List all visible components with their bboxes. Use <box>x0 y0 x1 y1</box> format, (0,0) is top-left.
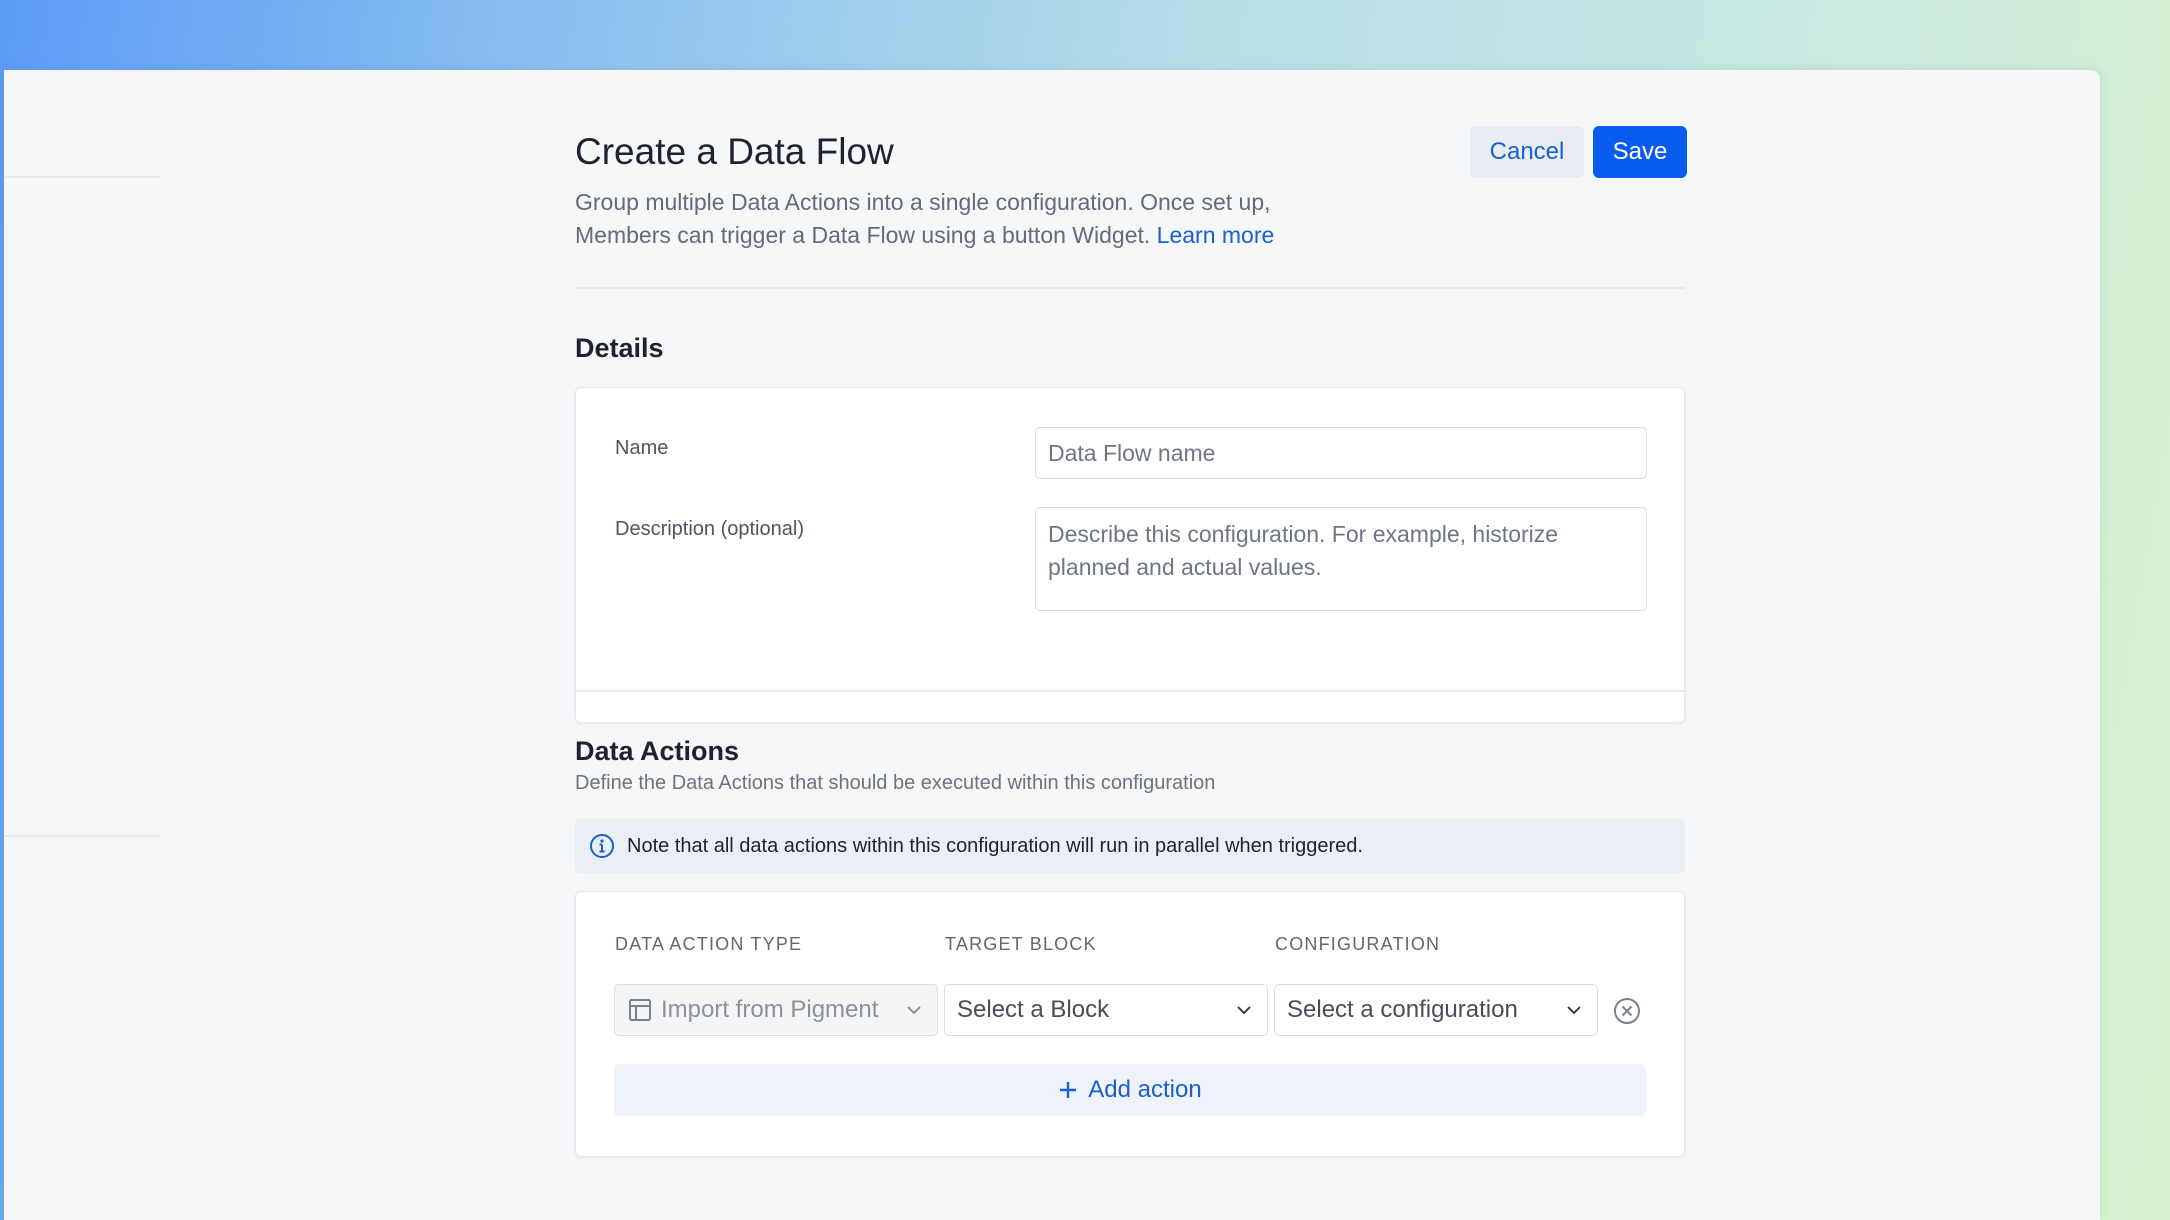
column-header-configuration: CONFIGURATION <box>1275 934 1441 954</box>
target-block-select[interactable]: Select a Block <box>944 984 1268 1036</box>
page-title: Create a Data Flow <box>575 131 894 172</box>
description-textarea[interactable] <box>1035 507 1647 611</box>
column-header-target-block: TARGET BLOCK <box>945 934 1097 954</box>
learn-more-link[interactable]: Learn more <box>1157 222 1275 248</box>
save-button[interactable]: Save <box>1593 126 1687 178</box>
info-circle-icon <box>590 834 614 858</box>
name-label: Name <box>615 437 669 459</box>
description-label: Description (optional) <box>615 518 804 540</box>
page-header: Create a Data Flow Group multiple Data A… <box>575 126 1687 266</box>
close-circle-icon[interactable] <box>1613 997 1641 1025</box>
column-header-type: DATA ACTION TYPE <box>615 934 803 954</box>
parallel-note: Note that all data actions within this c… <box>575 819 1685 873</box>
data-action-type-value: Import from Pigment <box>661 996 879 1023</box>
details-section-title: Details <box>575 333 664 363</box>
add-action-content: Add action <box>1058 1064 1202 1116</box>
add-action-button[interactable]: Add action <box>614 1064 1646 1116</box>
sidebar-divider <box>4 176 160 178</box>
data-actions-section-title: Data Actions <box>575 736 740 766</box>
plus-icon <box>1060 1082 1077 1098</box>
details-divider <box>575 690 1685 692</box>
data-actions-subtitle: Define the Data Actions that should be e… <box>575 772 1216 794</box>
data-action-type-select: Import from Pigment <box>614 984 938 1036</box>
cancel-button[interactable]: Cancel <box>1470 126 1584 178</box>
details-card: Name Description (optional) <box>575 387 1685 723</box>
header-divider <box>575 287 1685 289</box>
block-layout-icon <box>629 999 651 1021</box>
parallel-note-text: Note that all data actions within this c… <box>627 835 1363 857</box>
sidebar-divider <box>4 835 160 837</box>
add-action-label: Add action <box>1088 1076 1202 1103</box>
target-block-value: Select a Block <box>957 996 1110 1023</box>
configuration-value: Select a configuration <box>1287 996 1518 1023</box>
page-description: Group multiple Data Actions into a singl… <box>575 186 1355 252</box>
chevron-down-icon <box>1237 1006 1251 1015</box>
chevron-down-icon <box>1567 1006 1581 1015</box>
data-actions-card: DATA ACTION TYPE TARGET BLOCK CONFIGURAT… <box>575 891 1685 1157</box>
configuration-select[interactable]: Select a configuration <box>1274 984 1598 1036</box>
name-input[interactable] <box>1035 427 1647 479</box>
data-flow-window: Create a Data Flow Group multiple Data A… <box>4 70 2100 1220</box>
chevron-down-icon <box>907 1006 921 1015</box>
